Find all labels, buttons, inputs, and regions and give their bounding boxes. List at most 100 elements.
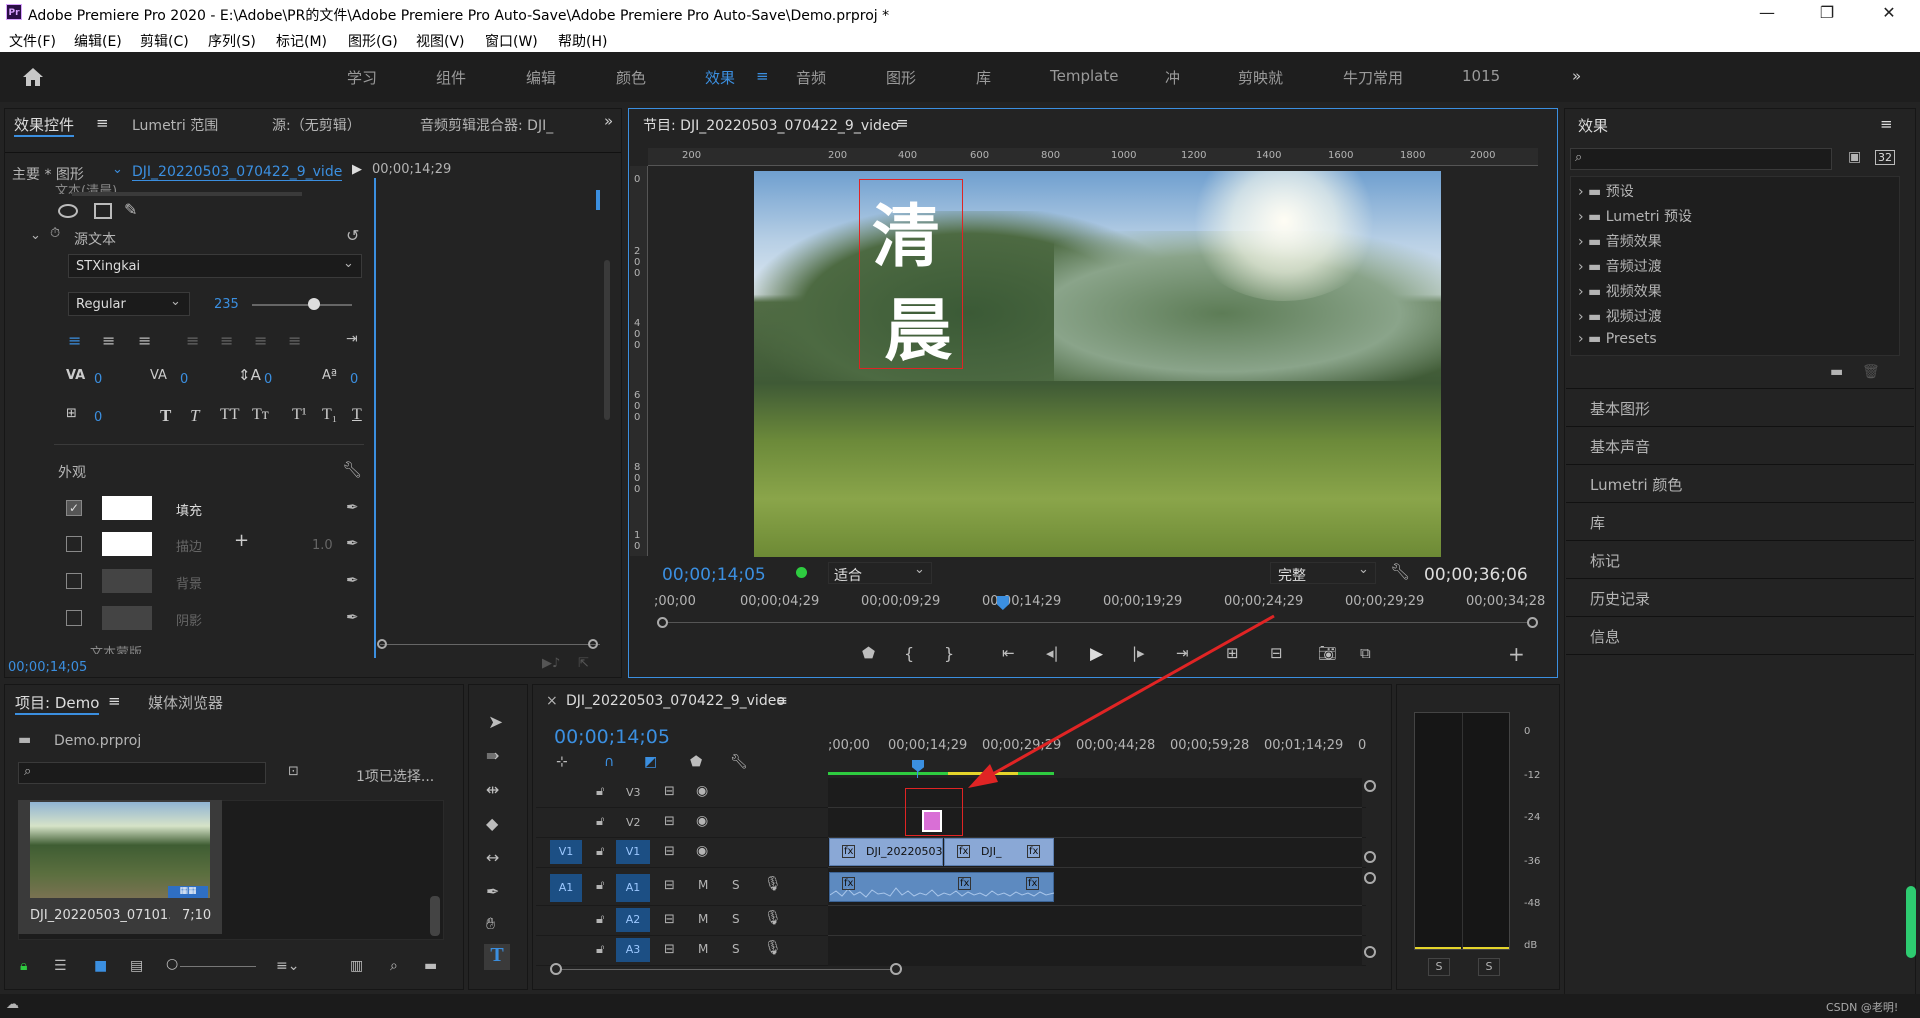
pen-tool-icon[interactable]: ✎	[124, 200, 137, 219]
faux-italic-icon[interactable]: T	[190, 406, 199, 426]
sync-lock-icon[interactable]: ⊟	[664, 878, 675, 893]
video-frame[interactable]: 清 晨	[754, 171, 1441, 557]
close-sequence-icon[interactable]: ×	[546, 693, 558, 709]
program-timecode[interactable]: 00;00;14;05	[662, 565, 766, 585]
menu-file[interactable]: 文件(F)	[9, 31, 56, 51]
tab-audio-clip-mixer[interactable]: 音频剪辑混合器: DJI_	[420, 115, 570, 135]
track-lock-icon[interactable]: 🔓︎	[596, 844, 604, 859]
effects-menu-icon[interactable]: ≡	[1880, 115, 1893, 133]
menu-sequence[interactable]: 序列(S)	[208, 31, 256, 51]
zoom-handle-left[interactable]	[657, 617, 668, 628]
razor-tool-icon[interactable]: ◆	[486, 814, 498, 833]
ripple-edit-tool-icon[interactable]: ⇹	[486, 780, 499, 799]
workspace-tab-audio[interactable]: 音频	[796, 67, 826, 88]
h-scroll-handle-right[interactable]	[890, 963, 902, 975]
hand-tool-icon[interactable]: ✋︎	[486, 914, 495, 934]
fill-color-swatch[interactable]	[102, 496, 152, 520]
eyedropper-icon[interactable]: ✒	[346, 571, 359, 589]
program-time-ruler[interactable]: ;00;00 00;00;04;29 00;00;09;29 00;00;14;…	[650, 590, 1550, 612]
stroke-width-value[interactable]: 1.0	[312, 538, 333, 553]
cloud-sync-icon[interactable]: ☁	[6, 997, 19, 1012]
button-editor-plus-icon[interactable]: +	[1508, 642, 1525, 666]
vertical-scroll-handle[interactable]	[1364, 851, 1376, 863]
add-marker-icon[interactable]: ⬟	[690, 754, 702, 770]
export-icon[interactable]: ⇱	[578, 656, 589, 671]
maximize-button[interactable]: ❐	[1812, 3, 1842, 22]
sync-lock-icon[interactable]: ⊟	[664, 942, 675, 957]
track-select-tool-icon[interactable]: ⇛	[486, 746, 499, 765]
panel-markers[interactable]: 标记	[1590, 550, 1620, 571]
track-lock-icon[interactable]: 🔓︎	[596, 942, 604, 957]
eye-icon[interactable]: ◉	[696, 843, 708, 859]
justify-right-icon[interactable]: ≡	[254, 331, 267, 350]
workspace-tab-assembly[interactable]: 组件	[436, 67, 466, 88]
track-target-a2[interactable]: A2	[616, 908, 650, 932]
list-view-icon[interactable]: ☰	[54, 958, 67, 974]
solo-button[interactable]: S	[732, 878, 740, 892]
menu-window[interactable]: 窗口(W)	[485, 31, 538, 51]
panel-info[interactable]: 信息	[1590, 626, 1620, 647]
clip-selector[interactable]: DJI_20220503_070422_9_vide...	[132, 164, 342, 181]
align-left-icon[interactable]: ≡	[68, 331, 81, 350]
title-clip[interactable]	[922, 810, 942, 832]
tsume-value[interactable]: 0	[94, 410, 102, 425]
workspace-tab-color[interactable]: 颜色	[616, 67, 646, 88]
zoom-handle-right[interactable]	[1527, 617, 1538, 628]
menu-graphics[interactable]: 图形(G)	[348, 31, 398, 51]
shadow-color-swatch[interactable]	[102, 606, 152, 630]
lock-icon[interactable]: 🔒︎	[20, 958, 27, 974]
faux-bold-icon[interactable]: T	[160, 406, 171, 426]
baseline-value[interactable]: 0	[350, 372, 358, 387]
align-right-icon[interactable]: ≡	[138, 331, 151, 350]
background-color-swatch[interactable]	[102, 569, 152, 593]
subscript-icon[interactable]: T₁	[322, 406, 337, 424]
stopwatch-icon[interactable]: ⏱	[50, 226, 60, 241]
justify-center-icon[interactable]: ≡	[220, 331, 233, 350]
eyedropper-icon[interactable]: ✒	[346, 608, 359, 626]
mute-button[interactable]: M	[698, 942, 708, 956]
selection-tool-icon[interactable]: ➤	[488, 712, 503, 733]
panel-essential-sound[interactable]: 基本声音	[1590, 436, 1650, 457]
workspace-menu-icon[interactable]: ≡	[756, 67, 769, 85]
source-patch-a1[interactable]: A1	[550, 874, 582, 902]
comparison-view-icon[interactable]: ⧉	[1360, 644, 1371, 662]
tab-lumetri-scopes[interactable]: Lumetri 范围	[132, 115, 218, 135]
stroke-color-swatch[interactable]	[102, 532, 152, 556]
voiceover-mic-icon[interactable]: 🎙︎	[764, 876, 782, 892]
mark-out-icon[interactable]: }	[944, 644, 954, 663]
ec-timecode[interactable]: 00;00;14;05	[8, 660, 87, 675]
eyedropper-icon[interactable]: ✒	[346, 534, 359, 552]
new-bin-icon[interactable]: ▬	[424, 958, 437, 974]
track-lock-icon[interactable]: 🔓︎	[596, 814, 604, 829]
font-size-slider-handle[interactable]	[308, 298, 320, 310]
effect-controls-menu-icon[interactable]: ≡	[96, 114, 109, 132]
mute-button[interactable]: M	[698, 878, 708, 892]
timeline-settings-wrench-icon[interactable]: 🔧︎	[730, 754, 748, 770]
track-target-a1[interactable]: A1	[616, 874, 650, 902]
folder-custom-presets[interactable]: › ▬ Presets	[1578, 331, 1657, 347]
type-tool-icon[interactable]: T	[484, 944, 510, 970]
stroke-checkbox[interactable]	[66, 536, 82, 552]
menu-marker[interactable]: 标记(M)	[276, 31, 327, 51]
menu-edit[interactable]: 编辑(E)	[74, 31, 122, 51]
track-lock-icon[interactable]: 🔓︎	[596, 784, 604, 799]
folder-video-effects[interactable]: › ▬ 视频效果	[1578, 281, 1662, 301]
ellipse-tool-icon[interactable]	[58, 204, 78, 218]
sync-lock-icon[interactable]: ⊟	[664, 912, 675, 927]
track-lock-icon[interactable]: 🔓︎	[596, 878, 604, 893]
vertical-scroll-handle[interactable]	[1364, 946, 1376, 958]
slip-tool-icon[interactable]: ↔	[486, 848, 499, 867]
vertical-scroll-handle[interactable]	[1364, 872, 1376, 884]
voiceover-mic-icon[interactable]: 🎙︎	[764, 940, 782, 956]
menu-view[interactable]: 视图(V)	[416, 31, 465, 51]
align-center-icon[interactable]: ≡	[102, 331, 115, 350]
pen-tool-icon[interactable]: ✒	[486, 882, 499, 901]
workspace-tab-niudao[interactable]: 牛刀常用	[1343, 67, 1403, 88]
program-menu-icon[interactable]: ≡	[896, 114, 909, 132]
zoom-slider-handle-icon[interactable]: ○	[166, 956, 178, 972]
shadow-checkbox[interactable]	[66, 610, 82, 626]
solo-button[interactable]: S	[732, 942, 740, 956]
timeline-timecode[interactable]: 00;00;14;05	[554, 726, 670, 748]
track-target-v1[interactable]: V1	[616, 840, 650, 864]
sync-lock-icon[interactable]: ⊟	[664, 814, 675, 829]
